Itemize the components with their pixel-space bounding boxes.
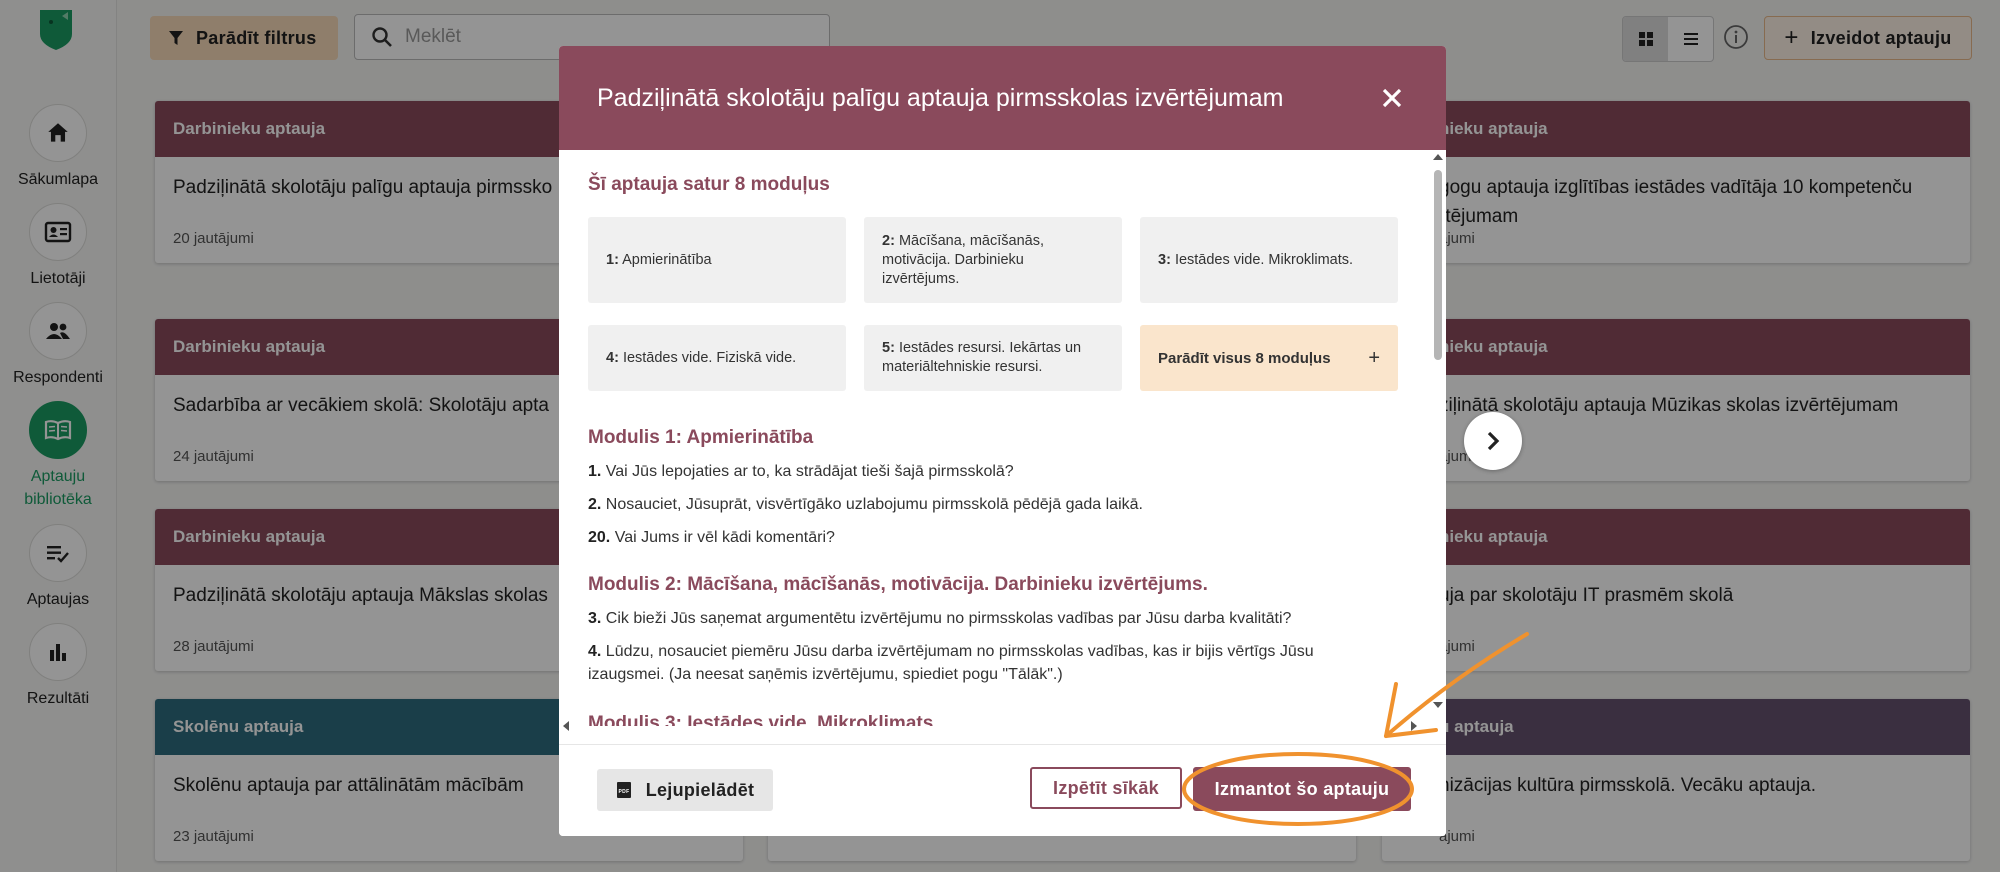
question-item: 1. Vai Jūs lepojaties ar to, ka strādāja… — [588, 460, 1388, 483]
show-all-modules-button[interactable]: Parādīt visus 8 moduļus + — [1140, 325, 1398, 391]
module-text: Iestādes resursi. Iekārtas un materiālte… — [882, 340, 1082, 375]
module-num: 3: — [1158, 251, 1171, 268]
module-chip[interactable]: 4: Iestādes vide. Fiziskā vide. — [588, 325, 846, 391]
horizontal-scrollbar[interactable] — [559, 718, 1429, 734]
module-text: Iestādes vide. Mikroklimats. — [1174, 251, 1354, 268]
learn-more-label: Izpētīt sīkāk — [1053, 777, 1159, 798]
question-text: Nosauciet, Jūsuprāt, visvērtīgāko uzlabo… — [605, 496, 1143, 513]
module-heading: Modulis 2: Mācīšana, mācīšanās, motivāci… — [588, 574, 1208, 595]
use-survey-button[interactable]: Izmantot šo aptauju — [1193, 767, 1411, 811]
module-chip[interactable]: 1: Apmierinātība — [588, 217, 846, 303]
module-text: Apmierinātība — [622, 251, 712, 268]
pdf-icon: PDF — [616, 782, 631, 798]
module-num: 2: — [882, 232, 895, 249]
learn-more-button[interactable]: Izpētīt sīkāk — [1030, 767, 1182, 809]
modal-footer: PDF Lejupielādēt Izpētīt sīkāk Izmantot … — [559, 744, 1446, 836]
question-item: 3. Cik bieži Jūs saņemat argumentētu izv… — [588, 607, 1388, 630]
question-text: Vai Jums ir vēl kādi komentāri? — [614, 529, 835, 546]
module-num: 5: — [882, 340, 895, 356]
question-item: 20. Vai Jums ir vēl kādi komentāri? — [588, 526, 1388, 549]
close-button[interactable] — [1378, 84, 1406, 112]
question-num: 3. — [588, 610, 602, 627]
download-label: Lejupielādēt — [645, 779, 755, 800]
question-text: Lūdzu, nosauciet piemēru Jūsu darba izvē… — [588, 643, 1314, 683]
question-num: 4. — [588, 643, 602, 660]
question-num: 1. — [588, 463, 602, 480]
modal-body: Šī aptauja satur 8 moduļus 1: Apmierināt… — [559, 150, 1421, 726]
module-num: 1: — [606, 251, 619, 268]
question-text: Vai Jūs lepojaties ar to, ka strādājat t… — [605, 463, 1014, 480]
module-num: 4: — [606, 349, 619, 366]
plus-icon: + — [1368, 346, 1380, 369]
next-button[interactable] — [1464, 412, 1522, 470]
close-icon — [1382, 88, 1402, 108]
modules-heading: Šī aptauja satur 8 moduļus — [588, 174, 830, 195]
module-text: Mācīšana, mācīšanās, motivācija. Darbini… — [882, 232, 1045, 287]
module-text: Iestādes vide. Fiziskā vide. — [622, 349, 797, 366]
module-chip[interactable]: 2: Mācīšana, mācīšanās, motivācija. Darb… — [864, 217, 1122, 303]
question-num: 2. — [588, 496, 602, 513]
question-num: 20. — [588, 529, 611, 546]
module-chip[interactable]: 5: Iestādes resursi. Iekārtas un materiā… — [864, 325, 1122, 391]
modal-header: Padziļinātā skolotāju palīgu aptauja pir… — [559, 46, 1446, 150]
question-item: 4. Lūdzu, nosauciet piemēru Jūsu darba i… — [588, 640, 1388, 686]
svg-text:PDF: PDF — [618, 789, 629, 795]
vertical-scrollbar[interactable] — [1430, 150, 1446, 714]
modal-title: Padziļinātā skolotāju palīgu aptauja pir… — [597, 83, 1284, 112]
chevron-right-icon — [1487, 431, 1500, 451]
show-all-modules-label: Parādīt visus 8 moduļus — [1158, 349, 1331, 367]
survey-preview-modal: Padziļinātā skolotāju palīgu aptauja pir… — [559, 46, 1446, 836]
module-heading: Modulis 1: Apmierinātība — [588, 427, 814, 448]
module-chip[interactable]: 3: Iestādes vide. Mikroklimats. — [1140, 217, 1398, 303]
question-item: 2. Nosauciet, Jūsuprāt, visvērtīgāko uzl… — [588, 493, 1388, 516]
download-button[interactable]: PDF Lejupielādēt — [597, 769, 773, 811]
use-survey-label: Izmantot šo aptauju — [1214, 778, 1390, 799]
question-text: Cik bieži Jūs saņemat argumentētu izvērt… — [605, 610, 1292, 627]
